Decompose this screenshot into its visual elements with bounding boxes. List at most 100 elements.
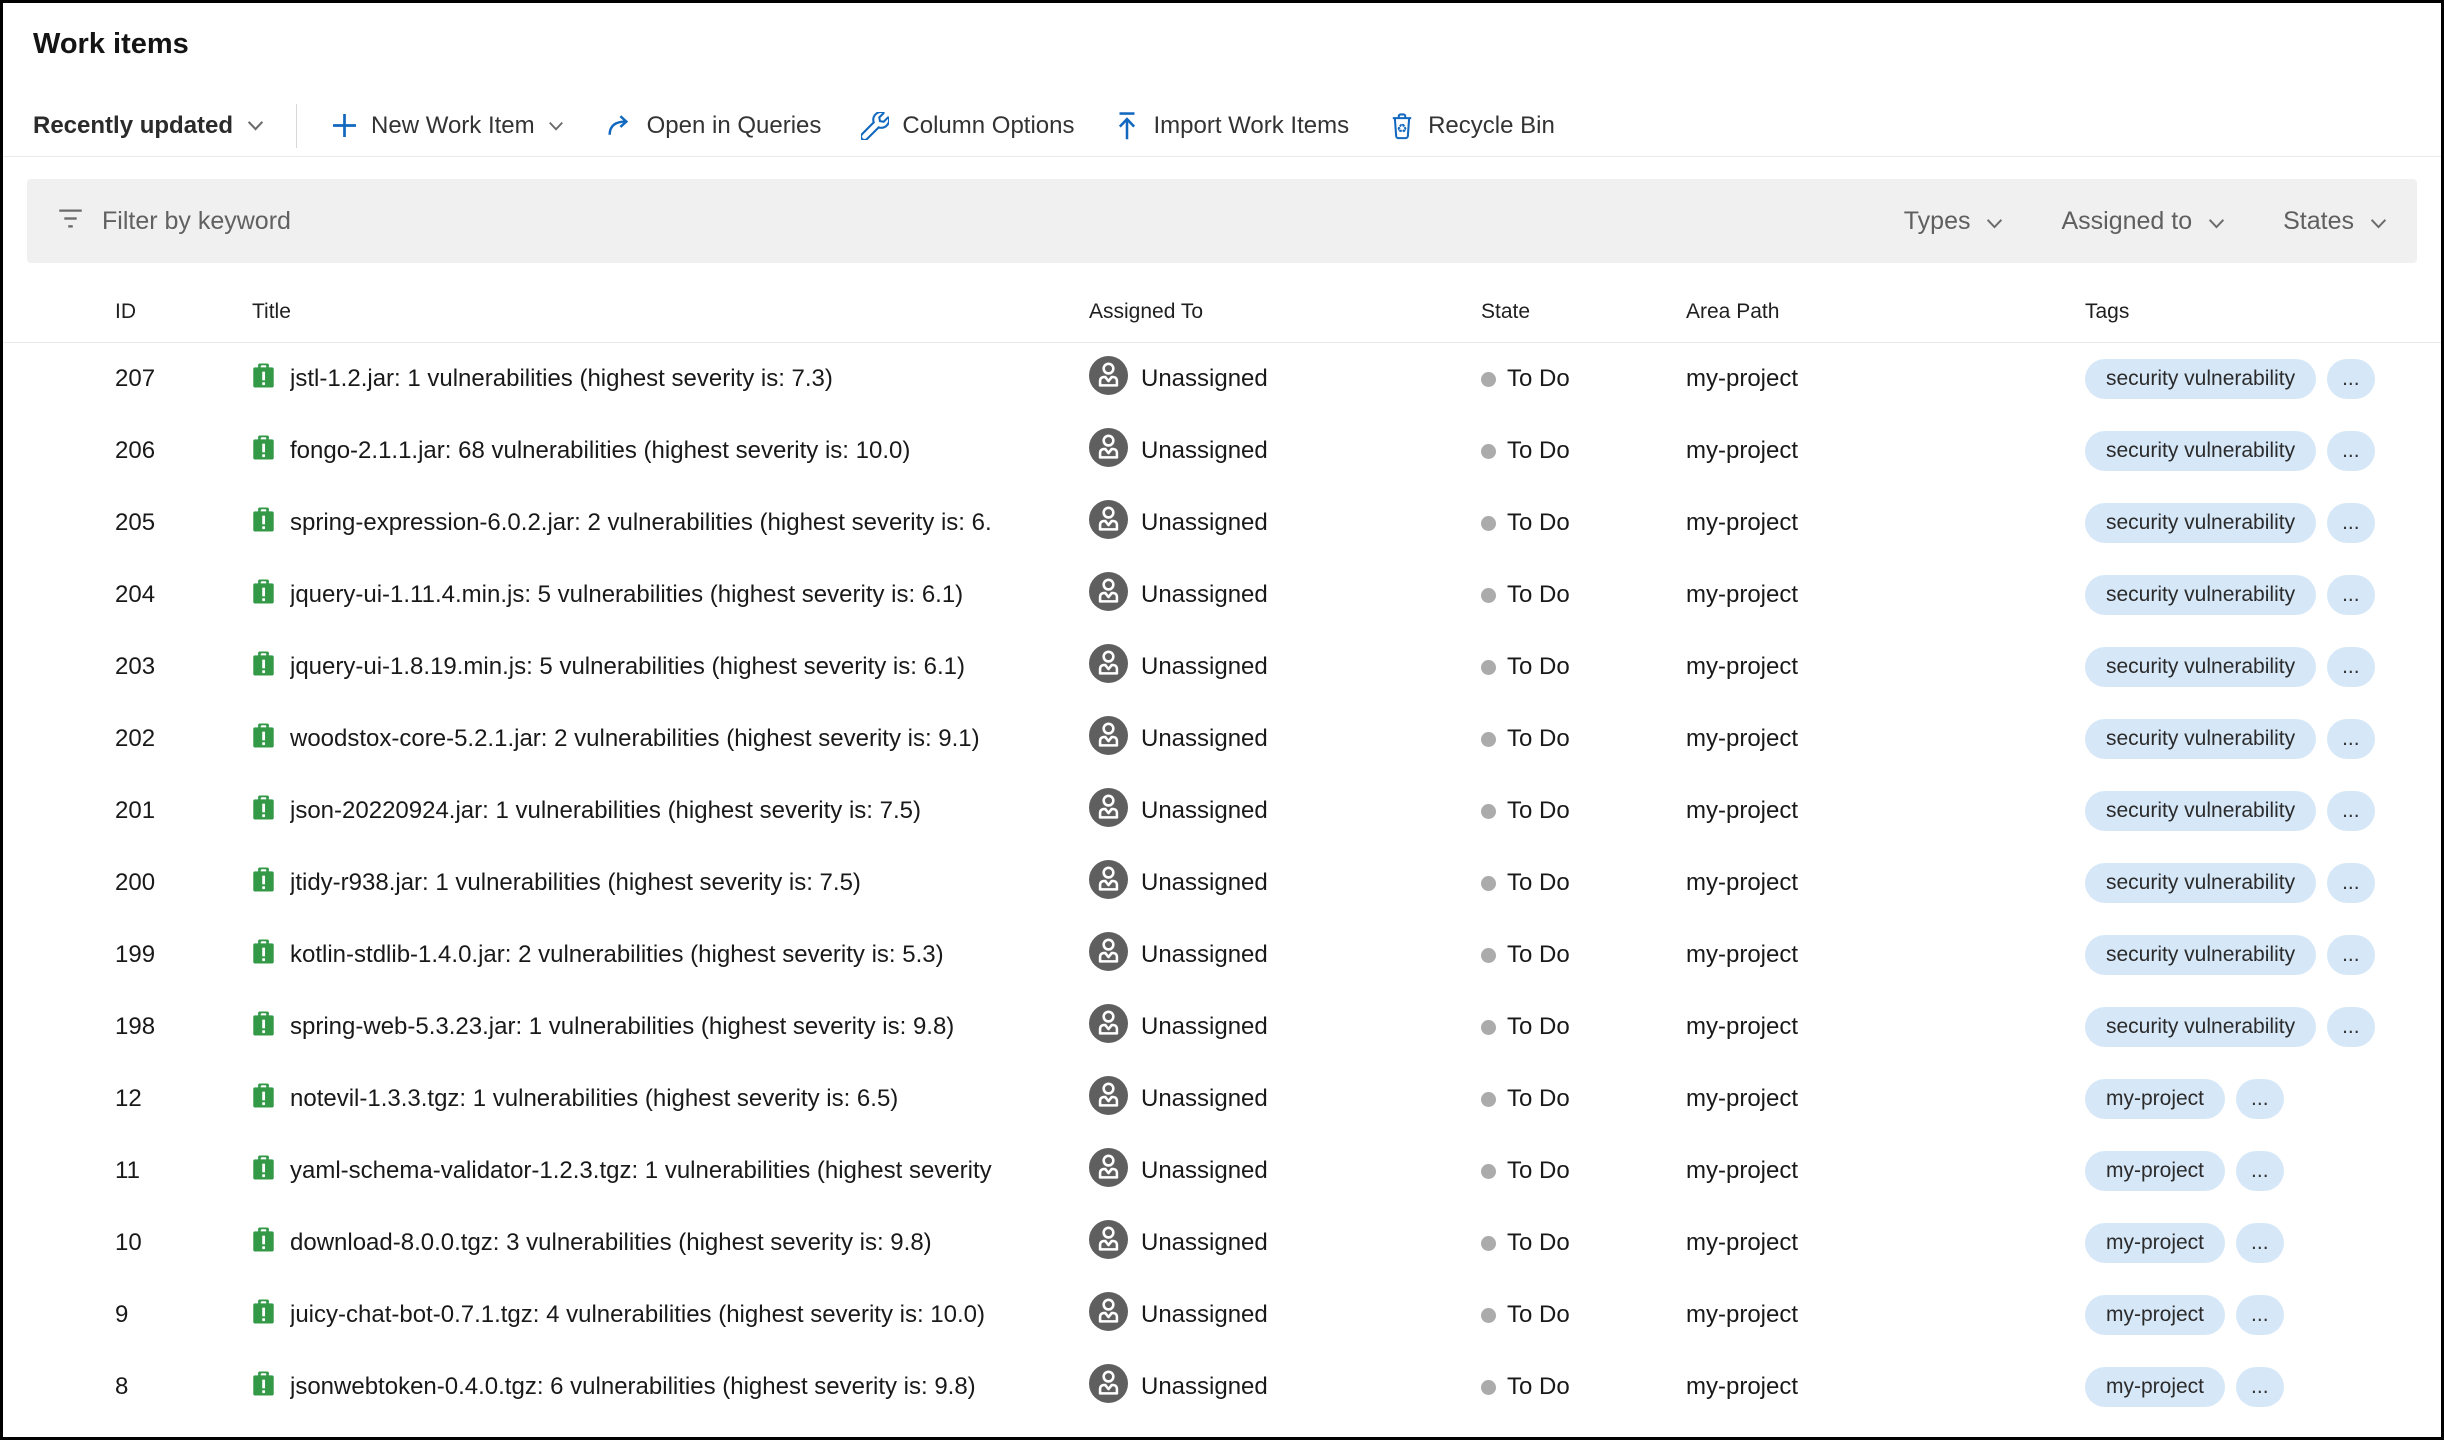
- unassigned-avatar-icon: [1089, 572, 1128, 618]
- work-item-title-link[interactable]: spring-expression-6.0.2.jar: 2 vulnerabi…: [290, 509, 992, 537]
- work-item-title-link[interactable]: jstl-1.2.jar: 1 vulnerabilities (highest…: [290, 365, 833, 393]
- column-header-state[interactable]: State: [1481, 300, 1686, 324]
- state-dot: [1481, 444, 1496, 459]
- state-dot: [1481, 1164, 1496, 1179]
- work-item-title-link[interactable]: juicy-chat-bot-0.7.1.tgz: 4 vulnerabilit…: [290, 1301, 985, 1329]
- table-row[interactable]: 9 juicy-chat-bot-0.7.1.tgz: 4 vulnerabil…: [3, 1279, 2441, 1351]
- state-dot: [1481, 1308, 1496, 1323]
- work-item-id: 12: [115, 1085, 252, 1113]
- table-row[interactable]: 207 jstl-1.2.jar: 1 vulnerabilities (hig…: [3, 343, 2441, 415]
- area-path-cell: my-project: [1686, 1229, 2085, 1257]
- tag-overflow-button[interactable]: ...: [2327, 575, 2375, 615]
- tag-overflow-button[interactable]: ...: [2327, 359, 2375, 399]
- title-cell: kotlin-stdlib-1.4.0.jar: 2 vulnerabiliti…: [252, 938, 1089, 972]
- table-row[interactable]: 206 fongo-2.1.1.jar: 68 vulnerabilities …: [3, 415, 2441, 487]
- title-cell: jquery-ui-1.11.4.min.js: 5 vulnerabiliti…: [252, 578, 1089, 612]
- table-row[interactable]: 204 jquery-ui-1.11.4.min.js: 5 vulnerabi…: [3, 559, 2441, 631]
- tag-pill: my-project: [2085, 1079, 2225, 1119]
- work-items-table-body: 207 jstl-1.2.jar: 1 vulnerabilities (hig…: [3, 343, 2441, 1423]
- table-row[interactable]: 205 spring-expression-6.0.2.jar: 2 vulne…: [3, 487, 2441, 559]
- tag-pill: my-project: [2085, 1367, 2225, 1407]
- work-item-id: 206: [115, 437, 252, 465]
- tags-group: security vulnerability: [2085, 1007, 2316, 1047]
- column-options-button[interactable]: Column Options: [861, 112, 1074, 140]
- tag-overflow-button[interactable]: ...: [2236, 1079, 2284, 1119]
- table-row[interactable]: 203 jquery-ui-1.8.19.min.js: 5 vulnerabi…: [3, 631, 2441, 703]
- work-item-title-link[interactable]: json-20220924.jar: 1 vulnerabilities (hi…: [290, 797, 921, 825]
- work-item-title-link[interactable]: jtidy-r938.jar: 1 vulnerabilities (highe…: [290, 869, 861, 897]
- page-title: Work items: [3, 3, 2441, 61]
- import-work-items-button[interactable]: Import Work Items: [1114, 111, 1349, 141]
- tags-cell: my-project ...: [2085, 1223, 2441, 1263]
- title-cell: woodstox-core-5.2.1.jar: 2 vulnerabiliti…: [252, 722, 1089, 756]
- work-items-page: Work items Recently updated New Work Ite…: [0, 0, 2444, 1440]
- table-row[interactable]: 8 jsonwebtoken-0.4.0.tgz: 6 vulnerabilit…: [3, 1351, 2441, 1423]
- table-row[interactable]: 11 yaml-schema-validator-1.2.3.tgz: 1 vu…: [3, 1135, 2441, 1207]
- tag-overflow-button[interactable]: ...: [2236, 1223, 2284, 1263]
- table-header-row: ID Title Assigned To State Area Path Tag…: [3, 281, 2441, 343]
- recycle-bin-icon: ♻: [1389, 111, 1415, 141]
- recycle-bin-button[interactable]: ♻ Recycle Bin: [1389, 111, 1555, 141]
- tags-group: security vulnerability: [2085, 791, 2316, 831]
- work-item-type-icon: [252, 578, 275, 612]
- tag-overflow-button[interactable]: ...: [2327, 647, 2375, 687]
- work-item-title-link[interactable]: jsonwebtoken-0.4.0.tgz: 6 vulnerabilitie…: [290, 1373, 976, 1401]
- tag-overflow-button[interactable]: ...: [2236, 1295, 2284, 1335]
- tag-overflow-button[interactable]: ...: [2327, 863, 2375, 903]
- work-item-title-link[interactable]: kotlin-stdlib-1.4.0.jar: 2 vulnerabiliti…: [290, 941, 944, 969]
- work-item-title-link[interactable]: jquery-ui-1.8.19.min.js: 5 vulnerabiliti…: [290, 653, 965, 681]
- tag-overflow-button[interactable]: ...: [2236, 1367, 2284, 1407]
- work-item-title-link[interactable]: woodstox-core-5.2.1.jar: 2 vulnerabiliti…: [290, 725, 980, 753]
- tag-overflow-button[interactable]: ...: [2327, 935, 2375, 975]
- filter-bar: Filter by keyword Types Assigned to Stat…: [27, 179, 2417, 263]
- work-item-title-link[interactable]: yaml-schema-validator-1.2.3.tgz: 1 vulne…: [290, 1157, 992, 1185]
- table-row[interactable]: 12 notevil-1.3.3.tgz: 1 vulnerabilities …: [3, 1063, 2441, 1135]
- column-options-label: Column Options: [902, 112, 1074, 140]
- work-item-type-icon: [252, 794, 275, 828]
- assigned-to-cell: Unassigned: [1089, 860, 1481, 906]
- column-header-area-path[interactable]: Area Path: [1686, 300, 2085, 324]
- table-row[interactable]: 199 kotlin-stdlib-1.4.0.jar: 2 vulnerabi…: [3, 919, 2441, 991]
- states-filter-dropdown[interactable]: States: [2283, 207, 2387, 236]
- unassigned-avatar-icon: [1089, 500, 1128, 546]
- tag-overflow-button[interactable]: ...: [2236, 1151, 2284, 1191]
- tag-overflow-button[interactable]: ...: [2327, 503, 2375, 543]
- table-row[interactable]: 10 download-8.0.0.tgz: 3 vulnerabilities…: [3, 1207, 2441, 1279]
- open-in-queries-button[interactable]: Open in Queries: [604, 112, 822, 140]
- state-value: To Do: [1507, 797, 1570, 825]
- column-header-id[interactable]: ID: [115, 300, 252, 324]
- assigned-to-value: Unassigned: [1141, 1157, 1268, 1185]
- tag-overflow-button[interactable]: ...: [2327, 1007, 2375, 1047]
- new-work-item-button[interactable]: New Work Item: [331, 112, 564, 140]
- state-cell: To Do: [1481, 581, 1686, 609]
- keyword-filter-input[interactable]: Filter by keyword: [57, 207, 1904, 236]
- state-dot: [1481, 372, 1496, 387]
- table-row[interactable]: 198 spring-web-5.3.23.jar: 1 vulnerabili…: [3, 991, 2441, 1063]
- state-dot: [1481, 1380, 1496, 1395]
- column-header-title[interactable]: Title: [252, 300, 1089, 324]
- work-item-title-link[interactable]: notevil-1.3.3.tgz: 1 vulnerabilities (hi…: [290, 1085, 898, 1113]
- tag-pill: security vulnerability: [2085, 935, 2316, 975]
- work-item-title-link[interactable]: fongo-2.1.1.jar: 68 vulnerabilities (hig…: [290, 437, 910, 465]
- state-dot: [1481, 1020, 1496, 1035]
- state-cell: To Do: [1481, 653, 1686, 681]
- assigned-to-cell: Unassigned: [1089, 1292, 1481, 1338]
- tag-pill: security vulnerability: [2085, 791, 2316, 831]
- types-filter-dropdown[interactable]: Types: [1904, 207, 2004, 236]
- table-row[interactable]: 201 json-20220924.jar: 1 vulnerabilities…: [3, 775, 2441, 847]
- view-selector-dropdown[interactable]: Recently updated: [33, 112, 264, 140]
- assigned-to-filter-dropdown[interactable]: Assigned to: [2061, 207, 2225, 236]
- assigned-to-cell: Unassigned: [1089, 1148, 1481, 1194]
- tag-overflow-button[interactable]: ...: [2327, 719, 2375, 759]
- work-item-title-link[interactable]: spring-web-5.3.23.jar: 1 vulnerabilities…: [290, 1013, 954, 1041]
- work-item-title-link[interactable]: jquery-ui-1.11.4.min.js: 5 vulnerabiliti…: [290, 581, 963, 609]
- column-header-tags[interactable]: Tags: [2085, 300, 2441, 324]
- assigned-to-value: Unassigned: [1141, 725, 1268, 753]
- tag-overflow-button[interactable]: ...: [2327, 791, 2375, 831]
- title-cell: spring-expression-6.0.2.jar: 2 vulnerabi…: [252, 506, 1089, 540]
- tag-overflow-button[interactable]: ...: [2327, 431, 2375, 471]
- column-header-assigned-to[interactable]: Assigned To: [1089, 300, 1481, 324]
- table-row[interactable]: 200 jtidy-r938.jar: 1 vulnerabilities (h…: [3, 847, 2441, 919]
- work-item-title-link[interactable]: download-8.0.0.tgz: 3 vulnerabilities (h…: [290, 1229, 932, 1257]
- table-row[interactable]: 202 woodstox-core-5.2.1.jar: 2 vulnerabi…: [3, 703, 2441, 775]
